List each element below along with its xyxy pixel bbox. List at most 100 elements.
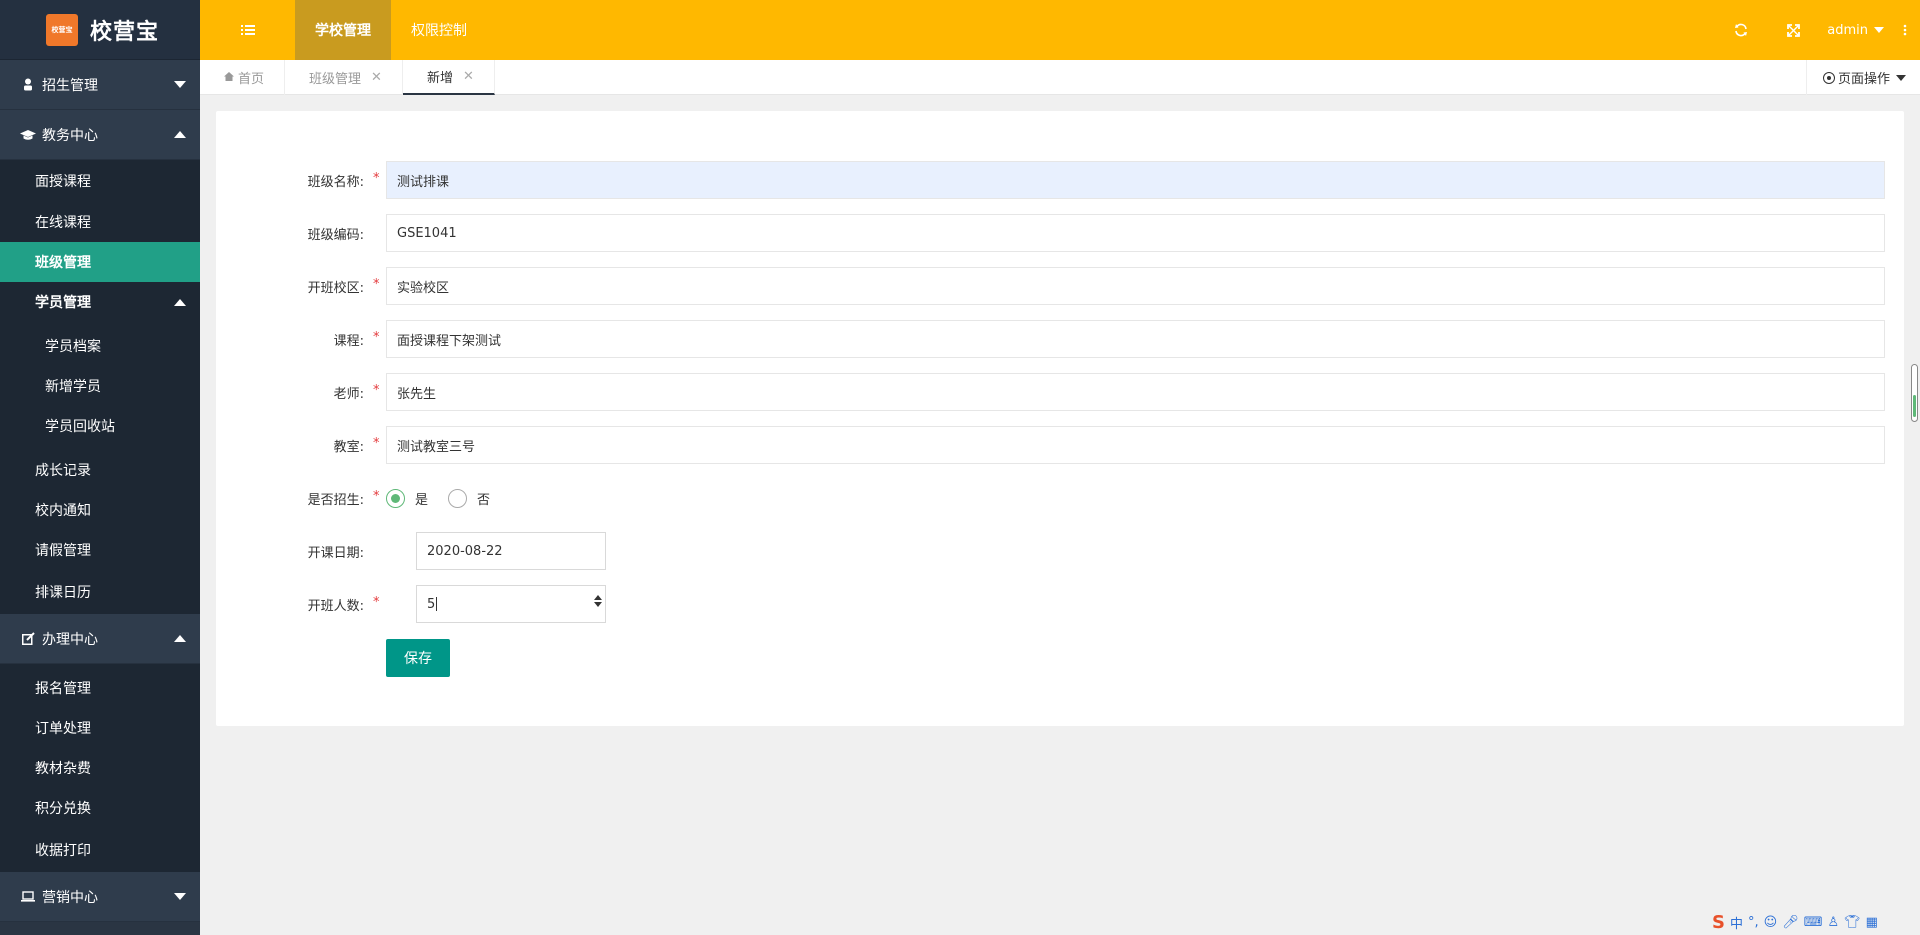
nav-group-enrollment[interactable]: 招生管理 [0,60,200,110]
chevron-up-icon [174,131,186,138]
top-header-right: admin [1715,0,1920,60]
capacity-label: 开班人数: [307,598,364,614]
campus-select[interactable]: 实验校区 [386,267,1885,305]
class-name-input[interactable]: 测试排课 [386,161,1885,199]
class-name-label: 班级名称: [307,174,364,190]
sidebar-item-online-course[interactable]: 在线课程 [0,202,200,242]
user-icon[interactable]: ♙ [1827,915,1839,930]
capacity-number-input[interactable]: 5 [416,585,606,623]
close-icon[interactable]: ✕ [463,69,474,84]
sidebar-item-schedule-calendar[interactable]: 排课日历 [0,570,200,614]
form-row-course: 课程: * 面授课程下架测试 [216,320,1904,358]
laptop-icon [20,891,36,902]
username: admin [1827,22,1868,38]
enrolling-radio-group: 是 否 [386,479,510,517]
number-spinner[interactable] [594,595,602,607]
mic-icon[interactable]: 🎤︎ [1782,915,1799,930]
fullscreen-button[interactable] [1767,0,1819,60]
top-tab-permission-control[interactable]: 权限控制 [391,0,487,60]
scrollbar[interactable] [1911,364,1918,422]
sidebar-item-growth-records[interactable]: 成长记录 [0,450,200,490]
ime-punct-icon[interactable]: °, [1748,915,1759,930]
sidebar-item-order-processing[interactable]: 订单处理 [0,708,200,748]
top-tab-school-management[interactable]: 学校管理 [295,0,391,60]
start-date-label: 开课日期: [307,545,364,561]
course-label: 课程: [333,333,364,349]
nav-group-label: 招生管理 [42,77,98,94]
nav-group-processing[interactable]: 办理中心 [0,614,200,664]
page-operations-label: 页面操作 [1837,72,1890,87]
submenu-academic: 面授课程 在线课程 班级管理 学员管理 学员档案 新增学员 学员回收站 成长记录… [0,160,200,614]
emoji-icon[interactable]: ☺ [1764,915,1778,930]
shirt-icon[interactable]: 👕︎ [1844,915,1861,930]
close-icon[interactable]: ✕ [371,70,382,85]
chevron-down-icon [174,893,186,900]
course-select[interactable]: 面授课程下架测试 [386,320,1885,358]
list-icon [240,25,255,35]
radio-yes[interactable]: 是 [386,488,428,508]
start-date-input[interactable]: 2020-08-22 [416,532,606,570]
chevron-down-icon [174,81,186,88]
form-row-campus: 开班校区: * 实验校区 [216,267,1904,305]
required-mark: * [373,277,380,292]
chevron-up-icon [174,635,186,642]
radio-no[interactable]: 否 [448,488,490,508]
sidebar-item-new-student[interactable]: 新增学员 [0,366,200,406]
sidebar-item-registration[interactable]: 报名管理 [0,664,200,708]
nav-group-academic[interactable]: 教务中心 [0,110,200,160]
class-code-label: 班级编码: [307,227,364,243]
sidebar: 校营宝 校营宝 招生管理 教务中心 面授课程 在线课程 班级管理 学员管理 学员… [0,0,200,935]
nav-group-label: 教务中心 [42,127,98,144]
radio-checked-icon [386,488,405,508]
sidebar-item-points-exchange[interactable]: 积分兑换 [0,788,200,828]
teacher-select[interactable]: 张先生 [386,373,1885,411]
page-operations-menu[interactable]: 页面操作 [1805,60,1920,95]
sidebar-item-school-notice[interactable]: 校内通知 [0,490,200,530]
keyboard-icon[interactable]: ⌨ [1804,915,1823,930]
page-tab-home[interactable]: 首页 [200,60,286,95]
nav-group-label: 办理中心 [42,631,98,648]
form-row-capacity: 开班人数: * 5 [216,585,1904,623]
radio-unchecked-icon [448,488,468,508]
submenu-processing: 报名管理 订单处理 教材杂费 积分兑换 收据打印 [0,664,200,872]
sidebar-item-leave-management[interactable]: 请假管理 [0,530,200,570]
menu-toggle-button[interactable] [200,0,295,60]
nav-group-label: 营销中心 [42,889,98,906]
classroom-label: 教室: [333,439,364,455]
logo-bar: 校营宝 校营宝 [0,0,200,60]
page-tab-new[interactable]: 新增 ✕ [402,60,495,95]
refresh-button[interactable] [1715,0,1767,60]
fullscreen-icon [1786,23,1800,37]
sidebar-item-receipt-print[interactable]: 收据打印 [0,828,200,872]
sidebar-item-student-recycle[interactable]: 学员回收站 [0,406,200,446]
sidebar-item-in-person-course[interactable]: 面授课程 [0,160,200,202]
ime-lang-icon[interactable]: 中 [1730,913,1743,932]
class-code-input[interactable]: GSE1041 [386,214,1885,252]
form-row-class-code: 班级编码: GSE1041 [216,214,1904,252]
save-button[interactable]: 保存 [386,639,450,677]
required-mark: * [373,595,380,610]
page-tab-class-management[interactable]: 班级管理 ✕ [285,60,403,95]
form-row-class-name: 班级名称: * 测试排课 [216,161,1904,199]
classroom-select[interactable]: 测试教室三号 [386,426,1885,464]
teacher-label: 老师: [333,386,364,402]
more-vertical-icon [1903,24,1907,36]
ime-toolbar: S 中 °, ☺ 🎤︎ ⌨ ♙ 👕︎ ▦ [1712,910,1920,935]
spinner-down-icon[interactable] [594,602,602,607]
home-icon [224,71,234,84]
required-mark: * [373,383,380,398]
sidebar-item-student-records[interactable]: 学员档案 [0,326,200,366]
more-button[interactable] [1890,24,1920,36]
sidebar-item-materials-fees[interactable]: 教材杂费 [0,748,200,788]
sidebar-item-student-management[interactable]: 学员管理 [0,282,200,322]
grid-icon[interactable]: ▦ [1866,915,1878,930]
sidebar-item-class-management[interactable]: 班级管理 [0,242,200,282]
page-tab-label: 新增 [426,71,453,86]
enrolling-label: 是否招生: [307,492,364,508]
user-menu[interactable]: admin [1819,23,1890,38]
dot-circle-icon [1822,71,1835,84]
sogou-icon[interactable]: S [1712,912,1725,933]
form-row-enrolling: 是否招生: * 是 否 [216,479,1904,517]
nav-group-marketing[interactable]: 营销中心 [0,872,200,922]
spinner-up-icon[interactable] [594,595,602,600]
